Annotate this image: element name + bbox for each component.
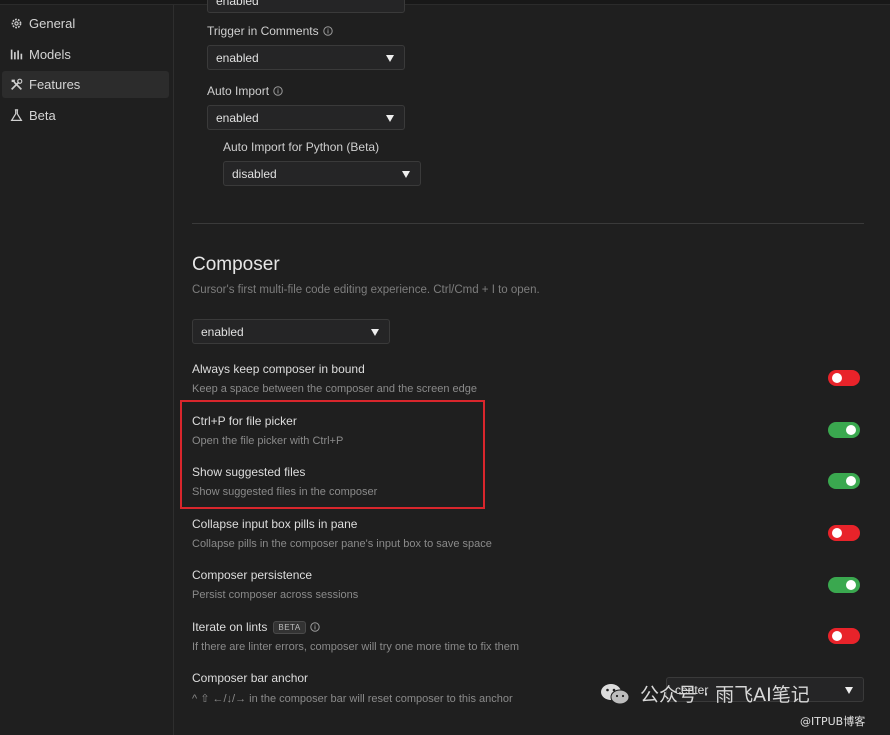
toggle-knob: [846, 476, 856, 486]
select-value: disabled: [232, 166, 277, 181]
toggle-knob: [832, 373, 842, 383]
wechat-icon: [600, 682, 630, 706]
auto-import-select[interactable]: enabled: [207, 105, 405, 130]
sidebar-item-beta[interactable]: Beta: [2, 102, 169, 129]
settings-sidebar: General Models Features Beta: [0, 5, 174, 735]
sidebar-item-features[interactable]: Features: [2, 71, 169, 98]
option-title: Always keep composer in bound: [192, 362, 365, 376]
option-description: ^ ⇧ ←/↓/→ in the composer bar will reset…: [192, 693, 513, 705]
option-description: Persist composer across sessions: [192, 589, 359, 601]
sidebar-item-label: General: [29, 16, 76, 31]
sidebar-item-models[interactable]: Models: [2, 41, 169, 68]
select-value: enabled: [216, 50, 259, 65]
label-text: Auto Import: [207, 84, 270, 98]
section-divider: [192, 223, 864, 224]
watermark-subtext: @ITPUB博客: [800, 715, 866, 728]
trigger-in-comments-label: Trigger in Comments: [207, 24, 333, 38]
flask-icon: [9, 109, 23, 123]
toggle-knob: [846, 425, 856, 435]
info-icon[interactable]: [309, 622, 320, 632]
auto-import-label: Auto Import: [207, 84, 283, 98]
collapse-pills-toggle[interactable]: [828, 525, 860, 541]
info-icon[interactable]: [322, 26, 333, 36]
composer-section-title: Composer: [192, 254, 280, 275]
models-icon: [9, 48, 23, 62]
option-title: Collapse input box pills in pane: [192, 517, 358, 531]
auto-import-python-select[interactable]: disabled: [223, 161, 421, 186]
sidebar-item-label: Models: [29, 47, 71, 62]
watermark-text: 公众号 · 雨飞AI笔记: [640, 684, 810, 706]
watermark: 公众号 · 雨飞AI笔记: [600, 680, 810, 707]
option-description: If there are linter errors, composer wil…: [192, 641, 520, 653]
option-title: Iterate on lints: [192, 620, 268, 634]
clipped-select[interactable]: enabled: [207, 0, 405, 13]
option-description: Collapse pills in the composer pane's in…: [192, 538, 492, 550]
select-value: enabled: [216, 110, 259, 125]
dropdown-arrow-icon: [844, 684, 854, 694]
label-text: Auto Import for Python (Beta): [223, 140, 380, 154]
tools-icon: [9, 78, 23, 92]
gear-icon: [9, 17, 23, 31]
info-icon[interactable]: [273, 86, 283, 96]
iterate-lints-toggle[interactable]: [828, 628, 860, 644]
sidebar-item-label: Features: [29, 77, 81, 92]
toggle-knob: [832, 631, 842, 641]
suggested-files-toggle[interactable]: [828, 473, 860, 489]
trigger-in-comments-select[interactable]: enabled: [207, 45, 405, 70]
toggle-knob: [832, 528, 842, 538]
select-value: enabled: [201, 324, 244, 339]
persistence-toggle[interactable]: [828, 577, 860, 593]
sidebar-item-general[interactable]: General: [2, 10, 169, 37]
composer-enabled-select[interactable]: enabled: [192, 319, 390, 344]
option-description: Keep a space between the composer and th…: [192, 383, 477, 395]
iterate-on-lints-title: Iterate on lints BETA: [192, 620, 320, 634]
file-picker-toggle[interactable]: [828, 422, 860, 438]
sidebar-item-label: Beta: [29, 108, 56, 123]
label-text: Trigger in Comments: [207, 24, 319, 38]
option-title: Composer bar anchor: [192, 671, 309, 685]
auto-import-python-label: Auto Import for Python (Beta): [223, 140, 379, 154]
select-value: enabled: [216, 0, 259, 8]
dropdown-arrow-icon: [385, 112, 395, 122]
composer-section-description: Cursor's first multi-file code editing e…: [192, 284, 540, 296]
dropdown-arrow-icon: [385, 52, 395, 62]
option-title: Composer persistence: [192, 568, 313, 582]
beta-badge: BETA: [273, 620, 306, 634]
keep-in-bound-toggle[interactable]: [828, 370, 860, 386]
highlight-annotation-box: [180, 400, 485, 509]
dropdown-arrow-icon: [401, 168, 411, 178]
toggle-knob: [846, 580, 856, 590]
dropdown-arrow-icon: [370, 326, 380, 336]
